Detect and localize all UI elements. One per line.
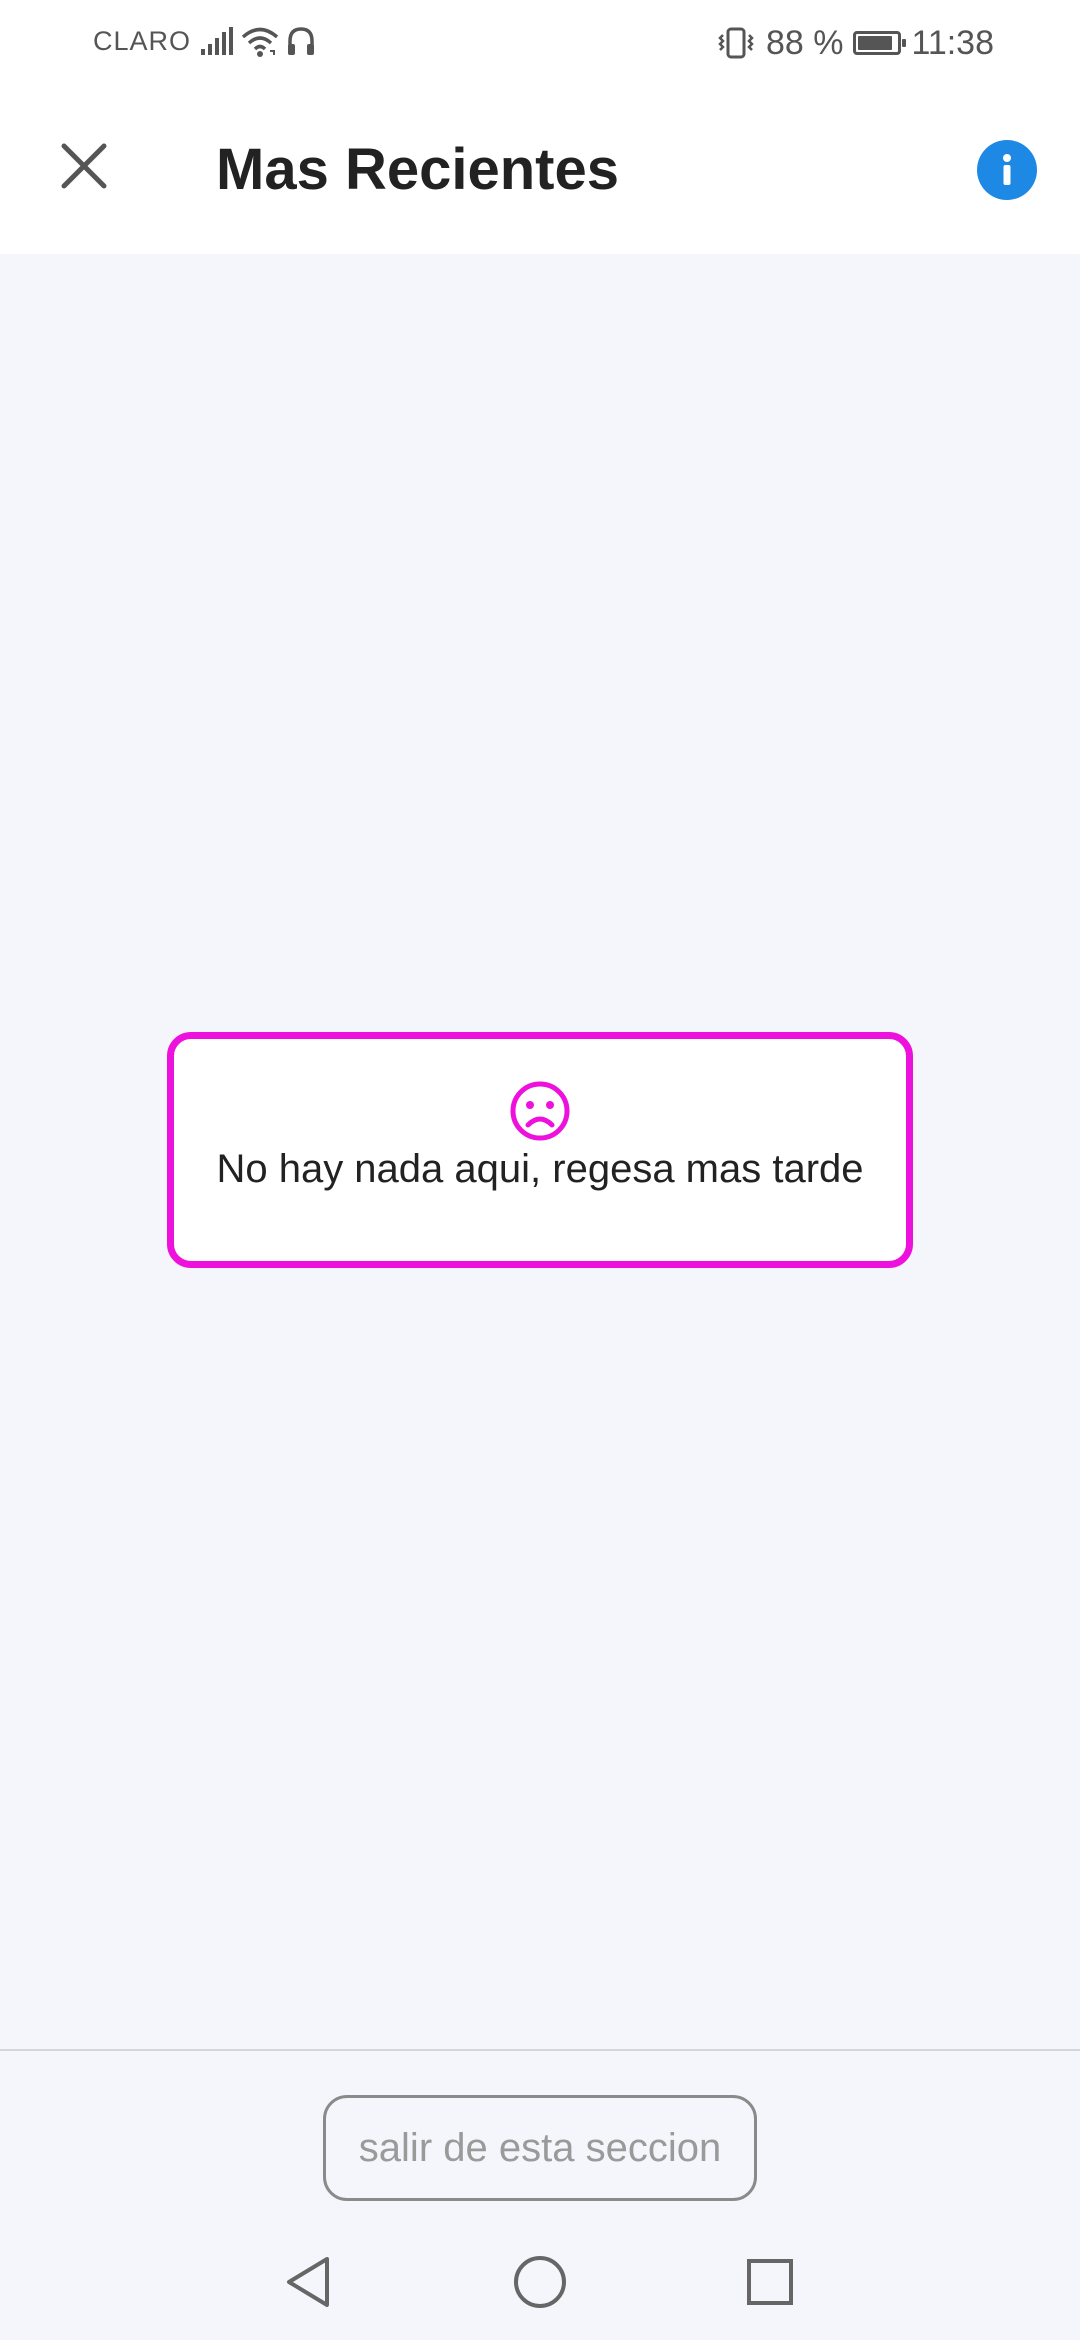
battery-percent: 88 %: [765, 23, 844, 62]
recents-button[interactable]: [738, 2250, 802, 2314]
bottom-divider: [0, 2049, 1080, 2051]
carrier-name: CLARO: [93, 26, 192, 56]
info-button[interactable]: [977, 140, 1037, 200]
exit-section-button[interactable]: salir de esta seccion: [323, 2095, 757, 2201]
clock: 11:38: [911, 23, 994, 62]
wifi-icon: [241, 27, 279, 57]
empty-state-card: No hay nada aqui, regesa mas tarde: [167, 1032, 913, 1268]
back-button[interactable]: [276, 2250, 340, 2314]
app-header: Mas Recientes: [0, 86, 1080, 254]
system-nav-bar: [0, 2228, 1080, 2340]
page-title: Mas Recientes: [216, 137, 619, 202]
headset-icon: [288, 27, 314, 55]
recents-icon: [747, 2259, 793, 2305]
vibrate-icon: [718, 27, 754, 59]
close-icon: [61, 143, 107, 189]
home-icon: [514, 2256, 566, 2308]
empty-state-message: No hay nada aqui, regesa mas tarde: [216, 1147, 864, 1191]
battery-level: [858, 36, 892, 50]
info-icon: [1003, 154, 1011, 185]
home-button[interactable]: [508, 2250, 572, 2314]
sad-face-icon: [510, 1081, 570, 1141]
status-icons-left: [200, 22, 316, 62]
battery-icon: [853, 31, 907, 55]
close-button[interactable]: [44, 126, 124, 206]
back-icon: [287, 2257, 329, 2307]
status-icons-right: 88 % 11:38: [716, 18, 994, 68]
status-bar: CLARO 88 % 11:38: [0, 0, 1080, 86]
signal-icon: [201, 27, 233, 55]
